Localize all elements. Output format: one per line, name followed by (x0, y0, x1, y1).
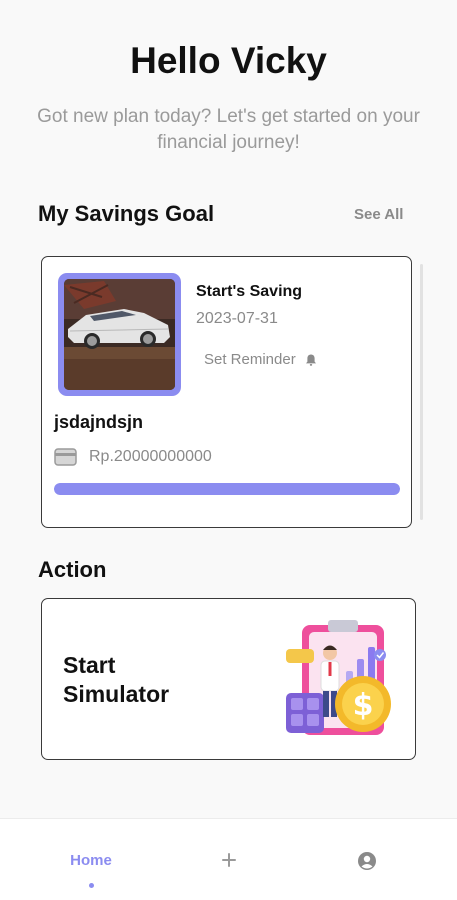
bell-icon (305, 354, 316, 366)
greeting-subtitle: Got new plan today? Let's get started on… (37, 106, 420, 153)
wallet-icon (54, 448, 77, 466)
goal-progress-fill (54, 483, 400, 495)
set-reminder-label: Set Reminder (204, 351, 296, 368)
savings-goal-card[interactable]: Start's Saving 2023-07-31 Set Reminder j… (41, 256, 412, 528)
start-simulator-label: Start Simulator (63, 652, 170, 707)
nav-home[interactable]: Home (50, 819, 132, 900)
nav-profile[interactable] (352, 819, 382, 900)
goal-amount-row: Rp.20000000000 (54, 448, 212, 466)
start-simulator-card[interactable]: Start Simulator $ (41, 598, 416, 760)
goal-progress-bar (54, 483, 400, 495)
nav-home-label: Home (70, 852, 112, 869)
goal-title: Start's Saving (196, 283, 303, 300)
financial-simulator-illustration: $ (286, 620, 391, 735)
goal-name: jsdajndsjn (54, 412, 144, 432)
goal-image (58, 273, 181, 396)
greeting-title: Hello Vicky (130, 40, 327, 81)
bottom-navigation: Home (0, 818, 457, 900)
next-goal-card-edge[interactable] (420, 264, 423, 520)
svg-text:$: $ (353, 688, 374, 723)
see-all-link[interactable]: See All (354, 206, 403, 223)
user-circle-icon (358, 852, 376, 870)
plus-icon (222, 853, 236, 867)
nav-add[interactable] (214, 819, 244, 900)
goal-date: 2023-07-31 (196, 310, 278, 327)
action-section-title: Action (38, 557, 107, 582)
set-reminder-button[interactable]: Set Reminder (204, 351, 318, 368)
savings-section-title: My Savings Goal (38, 201, 215, 226)
car-photo (64, 279, 175, 390)
nav-active-indicator (89, 883, 94, 888)
goal-amount: Rp.20000000000 (89, 448, 212, 465)
